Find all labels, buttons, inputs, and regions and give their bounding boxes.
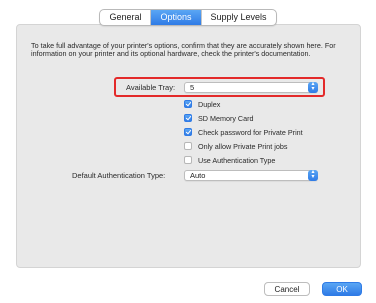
printer-options-dialog: General Options Supply Levels To take fu… — [0, 0, 376, 303]
only-private-print-label: Only allow Private Print jobs — [198, 141, 288, 151]
duplex-label: Duplex — [198, 99, 221, 109]
intro-text: To take full advantage of your printer's… — [31, 41, 336, 58]
duplex-checkbox[interactable] — [184, 100, 192, 108]
option-duplex[interactable]: Duplex — [184, 99, 220, 109]
default-auth-value: Auto — [190, 171, 206, 180]
option-use-auth-type[interactable]: Use Authentication Type — [184, 155, 275, 165]
chevron-updown-icon: ▴ ▾ — [308, 169, 318, 181]
tab-options[interactable]: Options — [151, 10, 202, 25]
option-check-password[interactable]: Check password for Private Print — [184, 127, 303, 137]
use-auth-type-checkbox[interactable] — [184, 156, 192, 164]
default-auth-select[interactable]: Auto ▴ ▾ — [184, 169, 318, 181]
sd-memory-card-checkbox[interactable] — [184, 114, 192, 122]
sd-memory-card-label: SD Memory Card — [198, 113, 254, 123]
check-password-label: Check password for Private Print — [198, 127, 303, 137]
check-password-checkbox[interactable] — [184, 128, 192, 136]
tab-bar: General Options Supply Levels — [99, 9, 277, 26]
cancel-button[interactable]: Cancel — [264, 282, 310, 296]
ok-button[interactable]: OK — [322, 282, 362, 296]
tab-supply-levels[interactable]: Supply Levels — [202, 10, 276, 25]
available-tray-select[interactable]: 5 ▴ ▾ — [184, 81, 318, 93]
tab-general[interactable]: General — [100, 10, 152, 25]
use-auth-type-label: Use Authentication Type — [198, 155, 276, 165]
option-only-private-print[interactable]: Only allow Private Print jobs — [184, 141, 287, 151]
available-tray-value: 5 — [190, 83, 195, 92]
available-tray-label: Available Tray: — [126, 83, 176, 92]
default-auth-label: Default Authentication Type: — [72, 171, 166, 180]
only-private-print-checkbox[interactable] — [184, 142, 192, 150]
tab-bar-container: General Options Supply Levels — [0, 9, 376, 26]
chevron-updown-icon: ▴ ▾ — [308, 81, 318, 93]
option-sd-memory-card[interactable]: SD Memory Card — [184, 113, 254, 123]
